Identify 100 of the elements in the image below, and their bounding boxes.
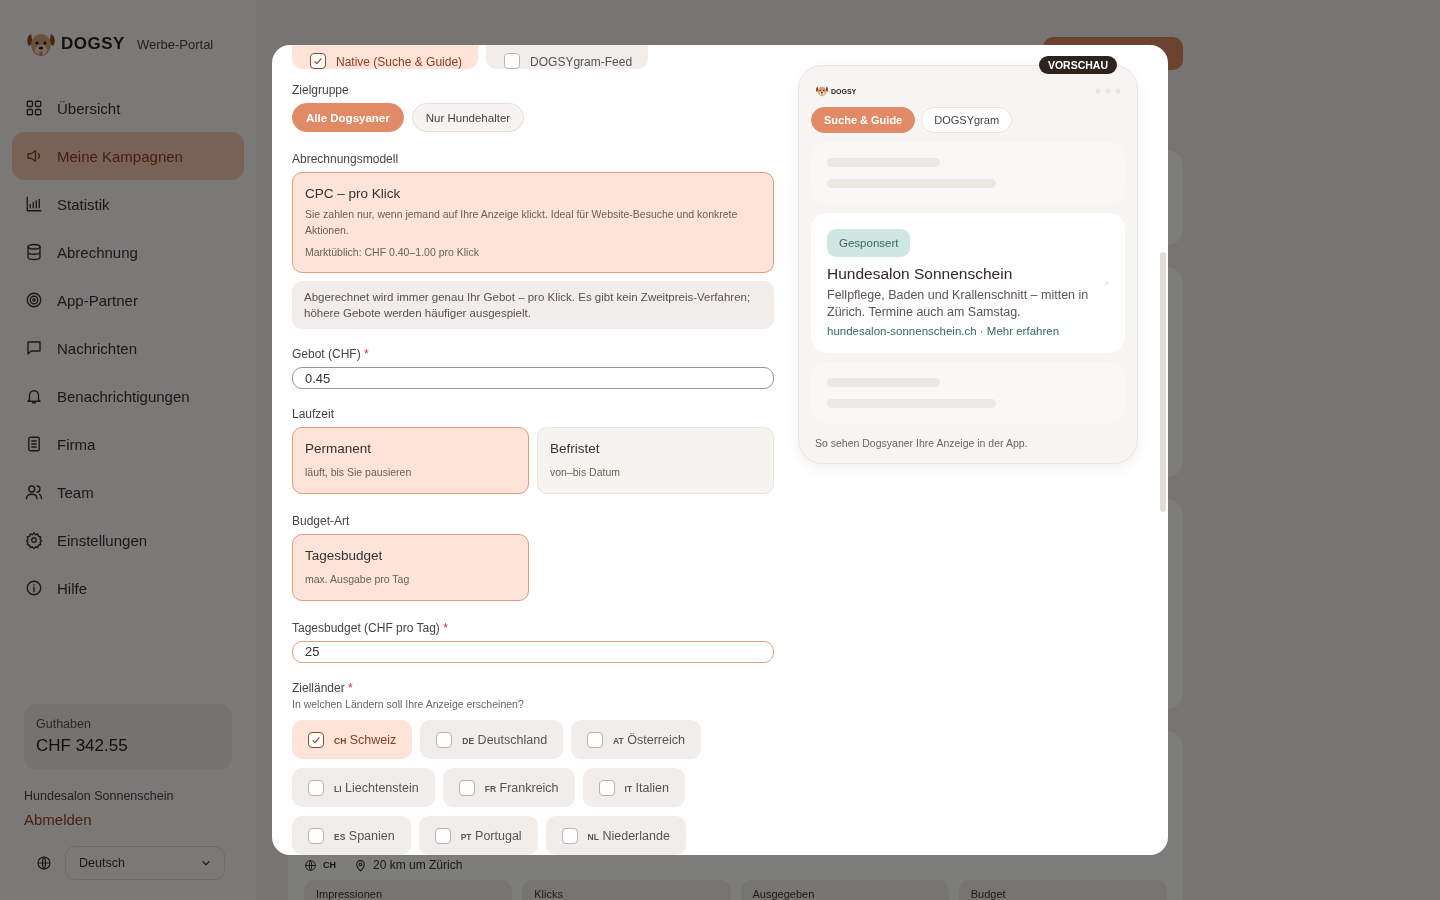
nav-item[interactable]: Abrechnung	[12, 228, 244, 276]
nav-icon	[25, 147, 43, 165]
placement-label: Native (Suche & Guide)	[336, 55, 463, 69]
placement-label: DOGSYgram-Feed	[530, 55, 633, 69]
ad-title: Hundesalon Sonnenschein	[827, 265, 1013, 283]
brand-subtitle: Werbe-Portal	[136, 36, 214, 52]
checkbox[interactable]	[434, 827, 451, 844]
duration-option[interactable]: Permanent läuft, bis Sie pausieren	[292, 427, 529, 495]
country-option[interactable]: LI Liechtenstein	[292, 768, 435, 807]
nav-item[interactable]: Nachrichten	[12, 324, 244, 372]
stat-label: Ausgegeben	[752, 888, 815, 900]
field-label: Tagesbudget (CHF pro Tag) *	[292, 620, 449, 635]
nav-item[interactable]: Übersicht	[12, 84, 244, 132]
duration-option[interactable]: Befristet von–bis Datum	[537, 427, 774, 495]
nav-icon	[25, 291, 43, 309]
nav-item[interactable]: Statistik	[12, 180, 244, 228]
location-text: 20 km um Zürich	[373, 858, 463, 872]
account-name: Hundesalon Sonnenschein	[24, 789, 175, 803]
checkbox[interactable]	[308, 731, 324, 748]
checkbox[interactable]	[308, 779, 324, 796]
nav-icon	[25, 531, 43, 549]
nav-icon	[25, 387, 43, 405]
nav-icon	[25, 579, 43, 597]
nav-item[interactable]: Firma	[12, 420, 244, 468]
nav-icon	[25, 483, 43, 501]
country-option[interactable]: FR Frankreich	[442, 768, 575, 807]
field-label: Budget-Art	[292, 514, 351, 529]
checkbox[interactable]	[310, 53, 326, 69]
nav-icon	[25, 243, 43, 261]
country-label: FR Frankreich	[484, 780, 559, 795]
checkbox[interactable]	[561, 827, 578, 844]
billing-option[interactable]: CPC – pro Klick Sie zahlen nur, wenn jemand auf Ihre Anzeige klickt. Ideal für Website-Besuche und konkrete Aktionen. Marktüblich: CHF 0.40–1.00 pro Klick	[292, 172, 774, 274]
checkbox[interactable]	[598, 779, 615, 796]
placement-option[interactable]: DOGSYgram-Feed	[486, 45, 649, 69]
info-note: Abgerechnet wird immer genau Ihr Gebot – pro Klick. Es gibt kein Zweitpreis-Verfahren; höhere Gebote werden häufiger ausgespielt.	[292, 281, 774, 330]
nav-icon	[25, 195, 43, 213]
stat-label: Klicks	[534, 888, 563, 900]
nav-item[interactable]: Einstellungen	[12, 516, 244, 564]
nav-item[interactable]: Benachrichtigungen	[12, 372, 244, 420]
option-subtitle: läuft, bis Sie pausieren	[305, 465, 413, 481]
checkbox[interactable]	[308, 827, 324, 844]
logout-link[interactable]: Abmelden	[24, 811, 232, 828]
daily-budget-input[interactable]: 25	[292, 640, 774, 663]
nav-item[interactable]: Hilfe	[12, 564, 244, 612]
placement-option[interactable]: Native (Suche & Guide)	[292, 45, 479, 69]
nav-item[interactable]: App-Partner	[12, 276, 244, 324]
nav-icon	[25, 339, 43, 357]
checkbox[interactable]	[436, 731, 453, 748]
preview-tab[interactable]: DOGSYgram	[921, 107, 1013, 133]
field-label: Zielländer *	[292, 681, 354, 695]
ad-text: Fellpflege, Baden und Krallenschnitt – mitten in Zürich. Termine auch am Samstag.	[827, 287, 1090, 321]
option-note: Marktüblich: CHF 0.40–1.00 pro Klick	[305, 244, 480, 260]
country-code: CH	[323, 860, 336, 870]
scrollbar[interactable]	[1160, 252, 1166, 512]
country-option[interactable]: IT Italien	[582, 768, 685, 807]
checkbox[interactable]	[587, 731, 604, 748]
sponsored-tag: Gesponsert	[827, 229, 911, 257]
globe-icon	[304, 858, 317, 872]
option-subtitle: max. Ausgabe pro Tag	[305, 572, 411, 588]
stat-label: Budget	[970, 888, 1006, 900]
country-option[interactable]: CH Schweiz	[292, 720, 413, 759]
country-label: AT Österreich	[613, 732, 685, 747]
country-label: LI Liechtenstein	[334, 780, 419, 795]
preview-caption: So sehen Dogsyaner Ihre Anzeige in der App.	[814, 435, 1029, 449]
country-option[interactable]: PT Portugal	[418, 816, 538, 855]
checkbox[interactable]	[458, 779, 475, 796]
brand-name: DOGSY	[61, 34, 125, 54]
country-option[interactable]: ES Spanien	[292, 816, 411, 855]
country-label: PT Portugal	[460, 828, 522, 843]
preview-badge: VORSCHAU	[1038, 56, 1117, 74]
bid-input[interactable]: 0.45	[292, 367, 774, 390]
checkbox[interactable]	[504, 53, 521, 69]
country-option[interactable]: DE Deutschland	[420, 720, 564, 759]
dog-logo-icon	[815, 84, 829, 98]
balance-amount: CHF 342.55	[36, 736, 129, 756]
country-option[interactable]: NL Niederlande	[545, 816, 686, 855]
checkmark-icon	[312, 55, 324, 67]
field-label: Zielgruppe	[292, 83, 350, 97]
country-label: IT Italien	[624, 780, 669, 795]
field-label: Laufzeit	[292, 407, 336, 422]
nav-icon	[25, 435, 43, 453]
audience-pill[interactable]: Nur Hundehalter	[411, 103, 525, 132]
globe-icon	[36, 855, 52, 871]
stat-label: Impressionen	[316, 888, 383, 900]
language-select[interactable]: Deutsch	[65, 846, 225, 880]
balance-label: Guthaben	[36, 717, 92, 731]
option-title: CPC – pro Klick	[305, 186, 402, 201]
budget-type-option[interactable]: Tagesbudget max. Ausgabe pro Tag	[292, 534, 529, 601]
country-option[interactable]: AT Österreich	[571, 720, 701, 759]
country-label: NL Niederlande	[587, 828, 670, 843]
field-label: Gebot (CHF) *	[292, 347, 370, 362]
field-label: Abrechnungsmodell	[292, 152, 400, 166]
option-title: Permanent	[305, 441, 373, 457]
ad-link[interactable]: hundesalon-sonnenschein.ch · Mehr erfahren	[827, 324, 1060, 337]
country-label: ES Spanien	[334, 828, 395, 843]
country-label: DE Deutschland	[462, 732, 548, 747]
field-hint: In welchen Ländern soll Ihre Anzeige erscheinen?	[292, 698, 525, 710]
option-title: Tagesbudget	[305, 548, 384, 564]
nav-item[interactable]: Team	[12, 468, 244, 516]
nav-icon	[25, 99, 43, 117]
